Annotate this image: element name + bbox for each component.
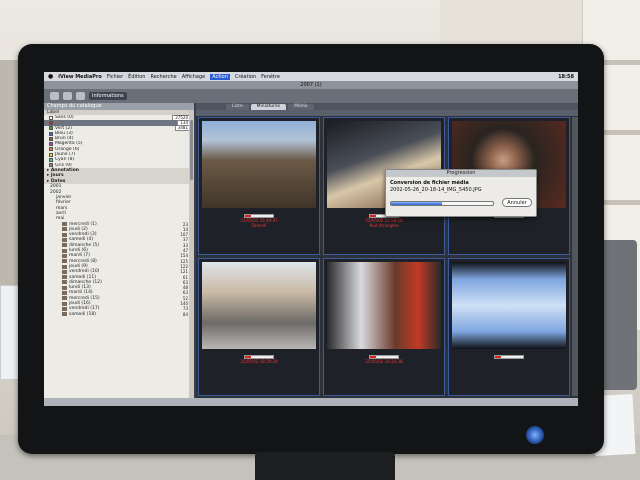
label-row[interactable]: Gris (9) [44, 163, 194, 168]
label-swatch [49, 115, 53, 120]
tree-label: samedi (18) [69, 311, 97, 317]
tree-thumbnail [62, 301, 67, 306]
thumbnail-cell[interactable]: 25/05/02 15:49:47 Samedi [198, 117, 320, 255]
shelf-top [440, 0, 590, 46]
label-list: Sans (0) 27520 134 Vert (2) 3481 Bleu (3) Brun… [44, 115, 194, 168]
view-tab[interactable]: Miniatures [250, 104, 287, 110]
menu-item[interactable]: Fenêtre [261, 74, 280, 80]
toolbar-button[interactable] [50, 92, 59, 100]
apple-icon[interactable]: ● [48, 73, 53, 80]
sidebar: Champs du catalogue Label Sans (0) 27520 1… [44, 103, 194, 398]
menu-clock: 18:58 [558, 73, 574, 80]
tree-thumbnail [62, 275, 67, 280]
thumbnail-meta: 25/05/02 15:49:47 Samedi [199, 213, 319, 228]
monitor-stand [255, 452, 395, 480]
tree-thumbnail [62, 227, 67, 232]
menu-item[interactable]: Affichage [182, 74, 206, 80]
thumbnail-meta [449, 354, 569, 364]
tree-thumbnail [62, 285, 67, 290]
tree-thumbnail [62, 238, 67, 243]
label-name: Gris (9) [55, 162, 72, 168]
thumbnail-date: 25/05/02 18:20:29 [240, 359, 278, 365]
tree-count: 84 [182, 311, 188, 317]
cancel-button[interactable]: Annuler [502, 198, 532, 207]
main-scrollbar[interactable] [572, 117, 578, 396]
progress-bar [390, 201, 494, 206]
tree-thumbnail [62, 312, 67, 317]
tree-thumbnail [62, 280, 67, 285]
main-area: Liste Miniatures Média 25/05/02 15:49:47 Sa… [196, 103, 578, 398]
tree-thumbnail [62, 243, 67, 248]
menu-item[interactable]: Recherche [150, 74, 176, 80]
thumbnail-image[interactable] [327, 262, 441, 350]
menu-item[interactable]: Fichier [107, 74, 123, 80]
tree-item[interactable]: samedi (18) 84 [44, 312, 194, 317]
thumbnail-meta: 25/05/02 18:20:29 [199, 354, 319, 364]
tree-thumbnail [62, 264, 67, 269]
label-swatch [49, 158, 53, 163]
path-bar [196, 110, 578, 116]
tree-thumbnail [62, 248, 67, 253]
toolbar: Informations [44, 89, 578, 103]
thumbnail-label: Samedi [251, 223, 267, 229]
thumbnail-cell[interactable]: 25/05/02 18:20:29 [198, 258, 320, 396]
view-tab[interactable]: Média [288, 104, 314, 110]
thumbnail-image[interactable] [202, 262, 316, 350]
view-tab[interactable]: Liste [226, 104, 249, 110]
menu-bar: ● iView MediaPro Fichier Édition Recherche… [44, 72, 578, 81]
menu-item[interactable]: Action [210, 73, 230, 80]
thumbnail-image[interactable] [452, 262, 566, 350]
tree-thumbnail [62, 296, 67, 301]
thumbnail-label: Nuit étrangère [369, 223, 399, 229]
progress-dialog: Progression Conversion de fichier média … [385, 169, 537, 217]
label-swatch [49, 163, 53, 168]
tree-thumbnail [62, 232, 67, 237]
screen: ● iView MediaPro Fichier Édition Recherche… [44, 72, 578, 406]
app-menu[interactable]: iView MediaPro [58, 74, 102, 80]
dialog-filename: 2002-05-26_20-18-14_IMG_5450.JPG [390, 187, 482, 193]
label-swatch [49, 131, 53, 136]
tree-thumbnail [62, 253, 67, 258]
thumbnail-cell[interactable]: 25/05/02 18:24:38 [323, 258, 445, 396]
menu-list: Fichier Édition Recherche Affichage Action Cr… [107, 73, 280, 80]
thumbnail-image[interactable] [202, 121, 316, 209]
sidebar-scrollbar[interactable] [189, 110, 194, 398]
label-swatch [49, 147, 53, 152]
toolbar-button[interactable] [76, 92, 85, 100]
view-tabs: Liste Miniatures Média [196, 103, 578, 110]
tree-thumbnail [62, 269, 67, 274]
power-button[interactable] [526, 426, 544, 444]
thumbnail-grid: 25/05/02 15:49:47 Samedi 25/05/02 15:58:28… [198, 117, 570, 396]
menu-item[interactable]: Création [235, 74, 256, 80]
tree-thumbnail [62, 291, 67, 296]
tree-thumbnail [62, 259, 67, 264]
label-swatch [49, 142, 53, 147]
tree-thumbnail [62, 306, 67, 311]
label-swatch [49, 136, 53, 141]
info-tab[interactable]: Informations [89, 92, 127, 100]
thumbnail-meta: 25/05/02 18:24:38 [324, 354, 444, 364]
sidebar-header: Champs du catalogue [44, 103, 194, 110]
menu-item[interactable]: Édition [128, 74, 145, 80]
status-bar [44, 398, 578, 406]
label-swatch [49, 120, 53, 125]
thumbnail-cell[interactable] [448, 258, 570, 396]
toolbar-button[interactable] [63, 92, 72, 100]
dialog-title: Progression [386, 170, 536, 177]
thumbnail-date: 25/05/02 18:24:38 [365, 359, 403, 365]
tree-thumbnail [62, 222, 67, 227]
dialog-message: Conversion de fichier média [390, 180, 469, 186]
label-swatch [49, 152, 53, 157]
label-swatch [49, 126, 53, 131]
date-tree: 2001 2002 janvier février mars avril mai mercre… [44, 184, 194, 316]
window-title: 2007 (1) [44, 81, 578, 89]
rating-bar[interactable] [494, 355, 524, 360]
group-list: ▸ Annotation ▸ Jours ▸ Dates [44, 167, 194, 185]
